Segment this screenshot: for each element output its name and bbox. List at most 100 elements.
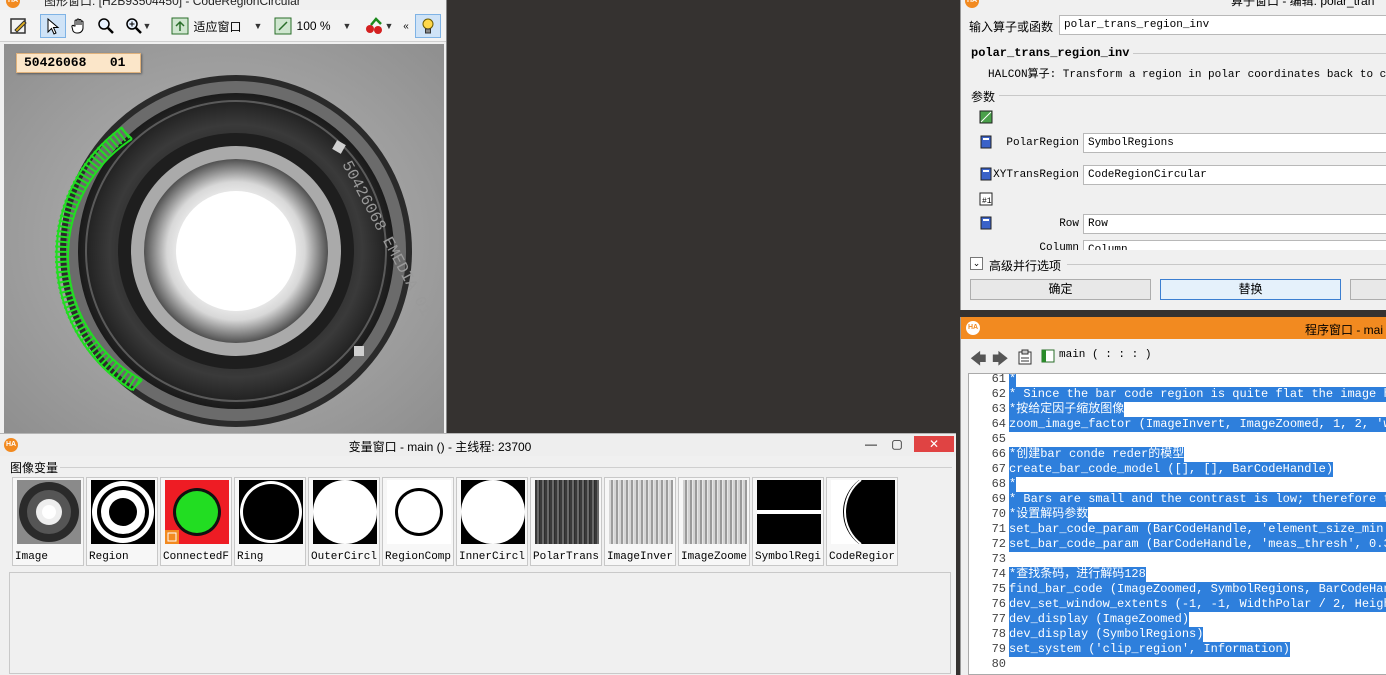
code-line[interactable]: 71 set_bar_code_param (BarCodeHandle, 'el… (969, 522, 1386, 537)
ok-button[interactable]: 确定 (970, 279, 1151, 300)
back-arrow-icon[interactable]: 🡄 (970, 348, 987, 375)
program-window: HA 程序窗口 - mai 🡄 🡆 main ( : : : ) 61 * 62 * … (960, 317, 1386, 675)
param-polarregion-input[interactable]: SymbolRegions (1083, 133, 1386, 153)
line-number: 62 (991, 387, 1006, 401)
line-number: 77 (991, 612, 1006, 626)
pointer-icon[interactable] (40, 14, 66, 38)
image-param-icon (979, 110, 993, 124)
image-canvas[interactable]: 50426068 EMEDIA 01 (4, 44, 444, 433)
variable-thumbnail-outercircle[interactable]: OuterCircl (308, 477, 380, 566)
chevron-down-icon[interactable]: ⌄ (970, 257, 983, 270)
code-line[interactable]: 65 (969, 432, 1386, 447)
variable-thumbnail-regioncomp[interactable]: RegionComp (382, 477, 454, 566)
apply-button[interactable] (1350, 279, 1386, 300)
code-text: create_bar_code_model ([], [], BarCodeHa… (1009, 462, 1334, 477)
line-number: 72 (991, 537, 1006, 551)
minimize-button[interactable]: — (858, 436, 884, 452)
code-line[interactable]: 80 (969, 657, 1386, 672)
zoom-level-dropdown[interactable]: 100 % ▼ (270, 14, 354, 38)
param-xytransregion-input[interactable]: CodeRegionCircular (1083, 165, 1386, 185)
variable-thumbnail-symbolregions[interactable]: SymbolRegi (752, 477, 824, 566)
param-column-input[interactable]: Column (1083, 240, 1386, 250)
code-line[interactable]: 73 (969, 552, 1386, 567)
section-divider (1067, 264, 1386, 265)
variable-thumbnail-polartrans[interactable]: PolarTrans (530, 477, 602, 566)
chevron-down-icon[interactable]: ▼ (385, 21, 394, 31)
variable-thumbnail-image[interactable]: Image (12, 477, 84, 566)
code-text: dev_display (SymbolRegions) (1009, 627, 1204, 642)
collapse-left-icon[interactable]: « (400, 14, 412, 38)
code-line[interactable]: 66 *创建bar conde reder的模型 (969, 447, 1386, 462)
code-text: *设置解码参数 (1009, 507, 1089, 522)
code-line[interactable]: 79 set_system ('clip_region', Information… (969, 642, 1386, 657)
code-line[interactable]: 78 dev_display (SymbolRegions) (969, 627, 1386, 642)
pan-hand-icon[interactable] (66, 14, 92, 38)
variable-thumbnail-innercircle[interactable]: InnerCircl (456, 477, 528, 566)
code-line[interactable]: 62 * Since the bar code region is quite f… (969, 387, 1386, 402)
code-line[interactable]: 74 *查找条码，进行解码128 (969, 567, 1386, 582)
variable-name: CodeRegior (829, 551, 896, 563)
code-line[interactable]: 76 dev_set_window_extents (-1, -1, WidthP… (969, 597, 1386, 612)
line-number: 80 (991, 657, 1006, 671)
variable-name: Image (15, 551, 49, 563)
code-line[interactable]: 75 find_bar_code (ImageZoomed, SymbolRegi… (969, 582, 1386, 597)
code-line[interactable]: 61 * (969, 374, 1386, 387)
code-text: * (1009, 477, 1017, 492)
code-line[interactable]: 63 *按给定因子缩放图像 (969, 402, 1386, 417)
code-text: * Since the bar code region is quite fla… (1009, 387, 1386, 402)
operator-search-input[interactable]: polar_trans_region_inv (1059, 15, 1386, 35)
param-name: Row (1059, 218, 1079, 230)
magnifier-icon[interactable] (93, 14, 119, 38)
variable-thumbnail-imagezoomed[interactable]: ImageZoome (678, 477, 750, 566)
fit-window-dropdown[interactable]: 适应窗口 ▼ (165, 14, 267, 38)
clipboard-icon[interactable] (1017, 349, 1033, 365)
variable-thumbnail-ring[interactable]: Ring (234, 477, 306, 566)
param-row-clipped: Column Column (961, 240, 1386, 250)
code-text: set_system ('clip_region', Information) (1009, 642, 1290, 657)
chevron-down-icon[interactable]: ▼ (254, 21, 263, 31)
halcon-logo-icon: HA (6, 0, 20, 8)
code-line[interactable]: 67 create_bar_code_model ([], [], BarCode… (969, 462, 1386, 477)
lightbulb-icon[interactable] (415, 14, 441, 38)
operator-name-heading: polar_trans_region_inv (971, 46, 1130, 60)
replace-button[interactable]: 替换 (1160, 279, 1341, 300)
forward-arrow-icon[interactable]: 🡆 (992, 348, 1009, 375)
code-text: set_bar_code_param (BarCodeHandle, 'elem… (1009, 522, 1386, 537)
code-text: zoom_image_factor (ImageInvert, ImageZoo… (1009, 417, 1386, 432)
line-number: 64 (991, 417, 1006, 431)
line-number: 69 (991, 492, 1006, 506)
code-text: *创建bar conde reder的模型 (1009, 447, 1185, 462)
fit-window-label: 适应窗口 (193, 19, 242, 34)
variable-thumbnail-imageinvert[interactable]: ImageInver (604, 477, 676, 566)
variable-name: ConnectedF (163, 551, 230, 563)
image-variables-label: 图像变量 (10, 461, 59, 475)
variable-thumbnail-region[interactable]: Region (86, 477, 158, 566)
control-variables-area[interactable] (9, 572, 951, 674)
code-line[interactable]: 68 * (969, 477, 1386, 492)
close-button[interactable]: ✕ (914, 436, 954, 452)
maximize-button[interactable]: ▢ (884, 436, 910, 452)
chevron-down-icon[interactable]: ▼ (143, 21, 152, 31)
svg-text:#1: #1 (982, 197, 992, 206)
chevron-down-icon[interactable]: ▼ (343, 21, 352, 31)
procedure-selector[interactable]: main ( : : : ) (1059, 349, 1151, 361)
variable-thumbnail-connected[interactable]: ConnectedF (160, 477, 232, 566)
line-number: 74 (991, 567, 1006, 581)
param-name: PolarRegion (1006, 137, 1079, 149)
color-palette-dropdown[interactable]: ▼ (358, 14, 398, 38)
advanced-options-label[interactable]: 高级并行选项 (989, 257, 1061, 274)
procedure-icon (1041, 349, 1055, 363)
code-line[interactable]: 72 set_bar_code_param (BarCodeHandle, 'me… (969, 537, 1386, 552)
code-line[interactable]: 70 *设置解码参数 (969, 507, 1386, 522)
variable-thumbnail-coderegion[interactable]: CodeRegior (826, 477, 898, 566)
code-editor[interactable]: 61 * 62 * Since the bar code region is quit… (968, 373, 1386, 675)
control-param-icon: #1 (979, 192, 993, 206)
code-line[interactable]: 69 * Bars are small and the contrast is l… (969, 492, 1386, 507)
code-line[interactable]: 64 zoom_image_factor (ImageInvert, ImageZ… (969, 417, 1386, 432)
graphics-window-title: 图形窗口: [H2B93504450] - CodeRegionCircular (44, 0, 301, 8)
code-line[interactable]: 77 dev_display (ImageZoomed) (969, 612, 1386, 627)
param-row-input[interactable]: Row (1083, 214, 1386, 234)
zoom-in-icon[interactable]: ▼ (120, 14, 156, 38)
variable-name: SymbolRegi (755, 551, 822, 563)
edit-pencil-icon[interactable] (6, 14, 32, 38)
